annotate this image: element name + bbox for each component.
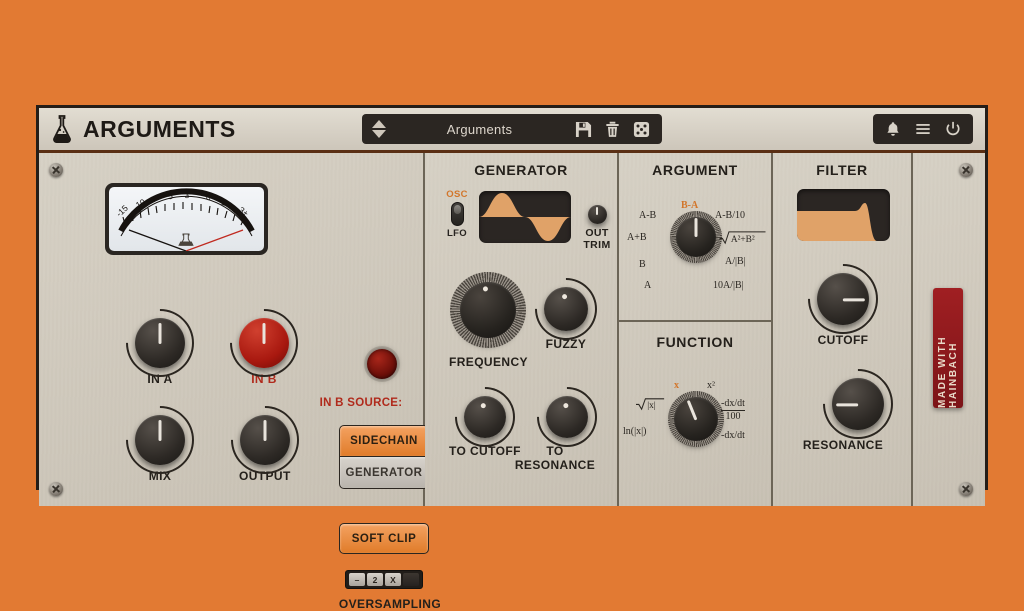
generator-title: GENERATOR (474, 162, 568, 178)
oversampling-segment[interactable] (403, 573, 419, 586)
oversampling-label: OVERSAMPLING (338, 597, 442, 611)
oversampling-segment[interactable]: X (385, 573, 401, 586)
to-resonance-label: TO RESONANCE (514, 444, 596, 472)
argument-option-a-over-abs-b[interactable]: A/|B| (725, 256, 746, 267)
frequency-knob[interactable]: FREQUENCY (449, 272, 528, 369)
function-selector-knob[interactable] (668, 391, 724, 447)
svg-text:|x|: |x| (647, 401, 656, 411)
argument-section: ARGUMENT A B A+B A-B B-A A-B/10 A²+B² A/… (619, 162, 771, 322)
argument-option-a-plus-b[interactable]: A+B (627, 232, 647, 243)
argument-option-sqrt-a2-b2[interactable]: A²+B² (718, 230, 768, 245)
resonance-knob[interactable]: RESONANCE (803, 354, 907, 454)
output-knob[interactable]: OUTPUT (216, 391, 313, 489)
oversampling-segment[interactable]: – (349, 573, 365, 586)
generator-panel: GENERATOR OSC LFO OUT TRIM FREQUENCY FUZ… (425, 153, 619, 506)
frequency-label: FREQUENCY (449, 355, 528, 369)
bell-icon[interactable] (879, 121, 907, 137)
function-section: FUNCTION ln(|x|) |x| x x² -dx/dt 100 -dx… (619, 334, 771, 506)
hainbach-banner-text: MADE WITH HAINBACH (937, 335, 959, 408)
plugin-body: -15 10 7 5 3 0 1 3+ IN B SOURCE: SIDECHA… (39, 153, 985, 611)
flask-icon (49, 114, 75, 144)
sidechain-button[interactable]: SIDECHAIN (339, 425, 429, 457)
in-b-source-label: IN B SOURCE: (319, 397, 403, 409)
function-option-dxdt-over-100[interactable]: -dx/dt 100 (721, 398, 745, 422)
in-b-knob[interactable]: IN B (215, 294, 313, 392)
argument-option-a[interactable]: A (644, 280, 651, 291)
lfo-label: LFO (447, 228, 467, 239)
function-option-ln-abs-x[interactable]: ln(|x|) (623, 426, 646, 437)
io-panel: -15 10 7 5 3 0 1 3+ IN B SOURCE: SIDECHA… (39, 153, 441, 611)
chevron-up-icon[interactable] (372, 120, 386, 128)
in-b-source-group[interactable]: SIDECHAIN GENERATOR (339, 425, 429, 489)
svg-text:3: 3 (184, 190, 189, 200)
cutoff-label: CUTOFF (817, 333, 869, 347)
argument-option-b-minus-a[interactable]: B-A (681, 200, 698, 211)
screw (49, 482, 63, 496)
soft-clip-button[interactable]: SOFT CLIP (339, 523, 429, 554)
hamburger-menu-icon[interactable] (909, 121, 937, 137)
argument-option-a-minus-b-over-10[interactable]: A-B/10 (715, 210, 745, 221)
filter-curve-display (797, 189, 890, 241)
resonance-label: RESONANCE (802, 438, 884, 452)
svg-text:A²+B²: A²+B² (731, 235, 755, 245)
trash-icon[interactable] (598, 121, 627, 138)
chevron-down-icon[interactable] (372, 130, 386, 138)
preset-spinner[interactable] (368, 120, 390, 138)
page-title: ARGUMENTS (83, 115, 236, 142)
argument-function-panel: ARGUMENT A B A+B A-B B-A A-B/10 A²+B² A/… (619, 153, 773, 506)
to-resonance-knob[interactable]: TO RESONANCE (515, 374, 610, 472)
screw (959, 482, 973, 496)
osc-lfo-switch[interactable]: OSC LFO (439, 189, 475, 239)
filter-title: FILTER (816, 162, 868, 178)
argument-title: ARGUMENT (652, 162, 738, 178)
title-bar: ARGUMENTS Arguments (39, 108, 985, 153)
brand: ARGUMENTS (49, 114, 236, 144)
oversampling-segment[interactable]: 2 (367, 573, 383, 586)
fuzzy-knob[interactable]: FUZZY (522, 265, 610, 353)
floppy-disk-icon[interactable] (569, 121, 598, 138)
fraction-numerator: -dx/dt (721, 398, 745, 411)
filter-panel: FILTER CUTOFF RESONANCE (773, 153, 913, 506)
function-option-x[interactable]: x (674, 380, 679, 391)
argument-option-a-minus-b[interactable]: A-B (639, 210, 656, 221)
argument-option-b[interactable]: B (639, 259, 646, 270)
osc-label: OSC (446, 189, 468, 200)
cutoff-knob[interactable]: CUTOFF (793, 249, 893, 349)
preset-bar[interactable]: Arguments (362, 114, 662, 144)
power-icon[interactable] (939, 121, 967, 137)
out-trim-knob[interactable]: OUT TRIM (577, 205, 617, 251)
screw (959, 163, 973, 177)
hainbach-banner: MADE WITH HAINBACH (933, 288, 963, 408)
mix-knob[interactable]: MIX (111, 391, 209, 489)
in-a-knob[interactable]: IN A (111, 294, 209, 392)
waveform-display (479, 191, 571, 243)
toggle-handle[interactable] (450, 202, 464, 226)
fraction-denominator: 100 (725, 411, 741, 422)
out-trim-label: OUT TRIM (583, 227, 611, 251)
oversampling-selector[interactable]: – 2 X (345, 570, 423, 589)
function-option-dxdt[interactable]: -dx/dt (721, 430, 745, 441)
argument-option-10a-over-abs-b[interactable]: 10A/|B| (713, 280, 744, 291)
plugin-window: ARGUMENTS Arguments -15 10 7 5 3 0 1 3+ … (36, 105, 988, 611)
brand-panel: MADE WITH HAINBACH (913, 153, 985, 506)
source-generator-button[interactable]: GENERATOR (339, 457, 429, 489)
argument-selector-knob[interactable] (670, 211, 722, 263)
window-controls[interactable] (873, 114, 973, 144)
clip-led (367, 349, 397, 379)
dice-icon[interactable] (627, 121, 656, 138)
function-title: FUNCTION (656, 334, 734, 350)
function-option-sqrt-abs-x[interactable]: |x| (635, 396, 667, 411)
function-option-x-squared[interactable]: x² (707, 380, 715, 391)
preset-name[interactable]: Arguments (390, 122, 569, 137)
screw (49, 163, 63, 177)
vu-meter: -15 10 7 5 3 0 1 3+ (105, 183, 268, 255)
